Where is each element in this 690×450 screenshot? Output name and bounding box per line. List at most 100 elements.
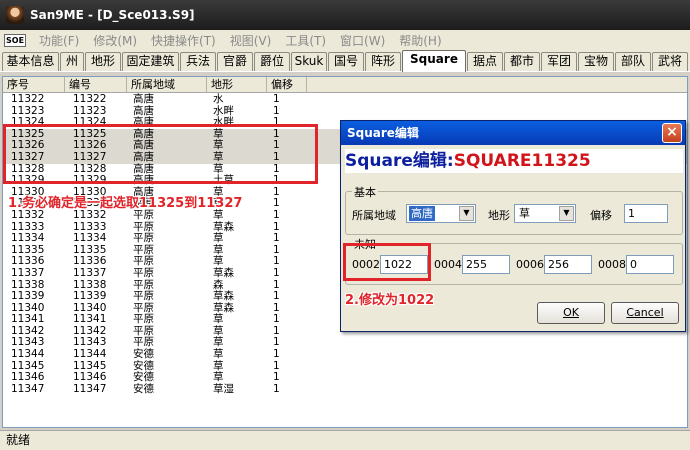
annotation-step1: 1.务必确定是一起选取11325到11327 <box>8 196 243 211</box>
col-header-offset[interactable]: 偏移 <box>267 77 307 93</box>
menu-modify[interactable]: 修改(M) <box>86 32 144 49</box>
row-region: 安德 <box>133 382 154 395</box>
offset-label: 偏移 <box>590 209 612 222</box>
row-terrain: 草 <box>213 208 224 221</box>
tab-rank[interactable]: 爵位 <box>254 52 290 71</box>
table-row[interactable]: 11344 11344 安德 草 1 <box>3 348 687 361</box>
row-id: 11327 <box>73 150 107 163</box>
tab-formation[interactable]: 阵形 <box>365 52 401 71</box>
row-index: 11344 <box>11 348 45 361</box>
menu-tools[interactable]: 工具(T) <box>278 32 333 49</box>
tab-treasure[interactable]: 宝物 <box>578 52 614 71</box>
title-bar: San9ME - [D_Sce013.S9] <box>0 0 690 30</box>
field-0006-label: 0006 <box>516 258 544 271</box>
ok-button-label: OK <box>563 306 579 319</box>
row-id: 11329 <box>73 174 107 187</box>
tab-city[interactable]: 都市 <box>504 52 540 71</box>
tab-state[interactable]: 州 <box>60 52 84 71</box>
chevron-down-icon[interactable]: ▼ <box>459 206 474 221</box>
region-select[interactable]: 高唐 ▼ <box>406 204 476 223</box>
field-0004-input[interactable]: 255 <box>462 255 510 274</box>
menu-help[interactable]: 帮助(H) <box>392 32 448 49</box>
row-region: 平原 <box>133 208 154 221</box>
terrain-label: 地形 <box>488 209 510 222</box>
col-header-id[interactable]: 编号 <box>65 77 127 93</box>
status-text: 就绪 <box>6 433 31 447</box>
menu-view[interactable]: 视图(V) <box>223 32 279 49</box>
tab-troop[interactable]: 部队 <box>615 52 651 71</box>
row-offset: 1 <box>273 232 280 245</box>
row-region: 平原 <box>133 266 154 279</box>
tab-square[interactable]: Square <box>402 50 466 72</box>
tab-tactics[interactable]: 兵法 <box>180 52 216 71</box>
close-icon[interactable]: × <box>662 123 682 143</box>
row-index: 11322 <box>11 93 45 105</box>
region-label: 所属地域 <box>352 209 396 222</box>
menu-function[interactable]: 功能(F) <box>32 32 86 49</box>
dialog-title: Square编辑 <box>347 126 419 140</box>
row-id: 11334 <box>73 232 107 245</box>
row-region: 平原 <box>133 232 154 245</box>
table-row[interactable]: 11347 11347 安德 草湿 1 <box>3 382 687 396</box>
ok-button[interactable]: OK <box>537 302 605 324</box>
table-row[interactable]: 11322 11322 高唐 水 1 <box>3 93 687 106</box>
status-bar: 就绪 <box>0 430 690 450</box>
row-terrain: 草湿 <box>213 382 234 395</box>
basic-group: 基本 所属地域 高唐 ▼ 地形 草 ▼ 偏移 1 <box>345 184 683 235</box>
row-terrain: 草 <box>213 348 224 361</box>
tab-country[interactable]: 国号 <box>328 52 364 71</box>
row-index: 11327 <box>11 150 45 163</box>
field-0004-label: 0004 <box>434 258 462 271</box>
field-0006-input[interactable]: 256 <box>544 255 592 274</box>
unknown-group-label: 未知 <box>352 236 378 252</box>
col-header-index[interactable]: 序号 <box>3 77 65 93</box>
terrain-value: 草 <box>519 207 530 220</box>
chevron-down-icon[interactable]: ▼ <box>559 206 574 221</box>
tab-general[interactable]: 武将 <box>652 52 688 71</box>
menu-bar: SOE 功能(F) 修改(M) 快捷操作(T) 视图(V) 工具(T) 窗口(W… <box>0 30 690 50</box>
row-index: 11339 <box>11 290 45 303</box>
col-header-region[interactable]: 所属地域 <box>127 77 207 93</box>
row-region: 高唐 <box>133 93 154 105</box>
row-id: 11332 <box>73 208 107 221</box>
field-0008-input[interactable]: 0 <box>626 255 674 274</box>
dialog-heading-id: SQUARE11325 <box>453 151 591 171</box>
field-0002-input[interactable]: 1022 <box>380 255 428 274</box>
tab-legion[interactable]: 军团 <box>541 52 577 71</box>
col-header-terrain[interactable]: 地形 <box>207 77 267 93</box>
cancel-button[interactable]: Cancel <box>611 302 679 324</box>
row-region: 高唐 <box>133 150 154 163</box>
tab-basic-info[interactable]: 基本信息 <box>2 52 59 71</box>
list-header: 序号 编号 所属地域 地形 偏移 <box>3 77 687 93</box>
dialog-title-bar: Square编辑 × <box>341 121 685 145</box>
dialog-heading-prefix: Square编辑: <box>345 151 454 171</box>
cancel-button-label: Cancel <box>626 306 664 319</box>
tab-office[interactable]: 官爵 <box>217 52 253 71</box>
row-id: 11339 <box>73 290 107 303</box>
menu-window[interactable]: 窗口(W) <box>333 32 392 49</box>
row-index: 11334 <box>11 232 45 245</box>
offset-input[interactable]: 1 <box>624 204 668 223</box>
tab-stronghold[interactable]: 据点 <box>467 52 503 71</box>
app-icon <box>6 6 24 24</box>
row-id: 11344 <box>73 348 107 361</box>
tab-skuk[interactable]: Skuk <box>291 52 327 71</box>
row-region: 安德 <box>133 348 154 361</box>
menu-quick-ops[interactable]: 快捷操作(T) <box>144 32 223 49</box>
row-offset: 1 <box>273 174 280 187</box>
row-id: 11347 <box>73 382 107 395</box>
row-index: 11347 <box>11 382 45 395</box>
row-terrain: 草 <box>213 150 224 163</box>
row-terrain: 草森 <box>213 290 234 303</box>
terrain-select[interactable]: 草 ▼ <box>514 204 576 223</box>
row-id: 11322 <box>73 93 107 105</box>
row-terrain: 草 <box>213 232 224 245</box>
tab-terrain[interactable]: 地形 <box>85 52 121 71</box>
row-offset: 1 <box>273 382 280 395</box>
field-0002-label: 0002 <box>352 258 380 271</box>
tab-fixed-building[interactable]: 固定建筑 <box>122 52 179 71</box>
row-terrain: 草森 <box>213 266 234 279</box>
row-region: 平原 <box>133 290 154 303</box>
row-index: 11329 <box>11 174 45 187</box>
row-region: 高唐 <box>133 174 154 187</box>
